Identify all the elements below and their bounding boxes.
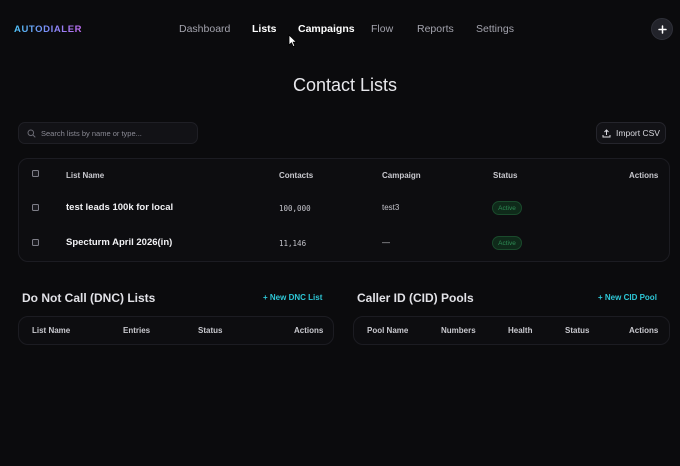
nav-settings[interactable]: Settings: [476, 23, 514, 35]
column-header-contacts[interactable]: Contacts: [279, 171, 313, 180]
dnc-section-title: Do Not Call (DNC) Lists: [22, 291, 156, 305]
column-header-campaign[interactable]: Campaign: [382, 171, 421, 180]
new-cid-pool-button[interactable]: + New CID Pool: [598, 293, 657, 302]
column-header-health: Health: [508, 326, 533, 335]
mouse-cursor-icon: [288, 34, 298, 48]
campaign-name: test3: [382, 203, 400, 212]
column-header-status: Status: [493, 171, 518, 180]
column-header-entries[interactable]: Entries: [123, 326, 150, 335]
import-csv-label: Import CSV: [616, 128, 660, 138]
nav-campaigns[interactable]: Campaigns: [298, 23, 355, 35]
plus-icon: [657, 24, 667, 34]
upload-icon: [602, 128, 611, 137]
nav-flow[interactable]: Flow: [371, 23, 393, 35]
column-header-pool-name[interactable]: Pool Name: [367, 326, 408, 335]
select-all-checkbox[interactable]: [32, 170, 39, 177]
import-csv-button[interactable]: Import CSV: [596, 122, 666, 144]
search-placeholder: Search lists by name or type...: [41, 128, 142, 138]
column-header-list-name[interactable]: List Name: [32, 326, 70, 335]
column-header-list-name[interactable]: List Name: [66, 171, 104, 180]
list-name[interactable]: Specturm April 2026(in): [66, 237, 172, 248]
add-button[interactable]: [651, 18, 673, 40]
status-label: Active: [498, 239, 516, 247]
new-dnc-list-button[interactable]: + New DNC List: [263, 293, 322, 302]
contact-lists-table: List Name Contacts Campaign Status Actio…: [18, 158, 670, 262]
nav-dashboard[interactable]: Dashboard: [179, 23, 230, 35]
status-badge: Active: [492, 201, 522, 215]
column-header-actions: Actions: [294, 326, 324, 335]
contacts-count: 11,146: [279, 239, 307, 248]
column-header-status: Status: [565, 326, 590, 335]
status-badge: Active: [492, 236, 522, 250]
search-input[interactable]: Search lists by name or type...: [18, 122, 198, 144]
column-header-actions: Actions: [629, 326, 659, 335]
new-cid-pool-label: New CID Pool: [604, 293, 657, 302]
row-checkbox[interactable]: [32, 204, 39, 211]
nav-lists[interactable]: Lists: [252, 23, 277, 35]
main-nav: Dashboard Lists Campaigns Flow Reports S…: [0, 23, 680, 37]
status-label: Active: [498, 204, 516, 212]
plus-icon: +: [263, 293, 268, 302]
nav-reports[interactable]: Reports: [417, 23, 454, 35]
list-name[interactable]: test leads 100k for local: [66, 202, 173, 213]
dnc-lists-table: List Name Entries Status Actions: [18, 316, 334, 345]
cid-pools-table: Pool Name Numbers Health Status Actions: [353, 316, 670, 345]
top-navigation-bar: AUTODIALER Dashboard Lists Campaigns Flo…: [0, 0, 680, 58]
new-dnc-list-label: New DNC List: [269, 293, 323, 302]
column-header-actions: Actions: [629, 171, 659, 180]
campaign-name: —: [382, 238, 390, 247]
search-icon: [27, 129, 36, 138]
page-title: Contact Lists: [292, 75, 398, 95]
cid-section-title: Caller ID (CID) Pools: [357, 291, 474, 305]
contacts-count: 100,000: [279, 204, 311, 213]
plus-icon: +: [598, 293, 603, 302]
row-checkbox[interactable]: [32, 239, 39, 246]
column-header-status: Status: [198, 326, 223, 335]
column-header-numbers[interactable]: Numbers: [441, 326, 476, 335]
